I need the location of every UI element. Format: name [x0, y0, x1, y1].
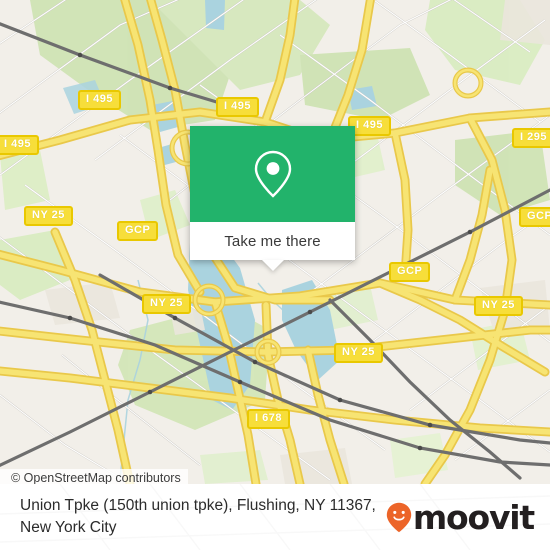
map-canvas[interactable]: I 495 I 495 I 495 I 295 I 495 NY 25 GCP GCP GCP N… [0, 0, 550, 484]
road-shield-ny25-left: NY 25 [24, 206, 73, 226]
road-shield-i495-top-center: I 495 [216, 97, 259, 117]
road-shield-gcp-right-edge: GCP [519, 207, 550, 227]
map-attribution[interactable]: © OpenStreetMap contributors [0, 469, 188, 484]
road-shield-i295-right: I 295 [512, 128, 550, 148]
moovit-map-screenshot: I 495 I 495 I 495 I 295 I 495 NY 25 GCP GCP GCP N… [0, 0, 550, 550]
location-pin-icon [254, 150, 291, 198]
moovit-logo: moovit [386, 497, 535, 537]
road-shield-ny25-bottom-center: NY 25 [334, 343, 383, 363]
take-me-there-button[interactable]: Take me there [190, 222, 355, 271]
popup-tail-arrow [261, 260, 284, 271]
road-shield-gcp-center-right: GCP [389, 262, 431, 282]
location-popup-card[interactable]: Take me there [190, 126, 355, 271]
footer-bar: Union Tpke (150th union tpke), Flushing,… [0, 484, 550, 550]
road-shield-i495-left-edge: I 495 [0, 135, 39, 155]
road-shield-i678-bottom: I 678 [247, 409, 290, 429]
road-shield-ny25-right: NY 25 [474, 296, 523, 316]
road-shield-gcp-left: GCP [117, 221, 159, 241]
road-shield-i495-left: I 495 [78, 90, 121, 110]
popup-image-panel [190, 126, 355, 222]
moovit-smiley-pin-icon [386, 502, 412, 532]
road-shield-ny25-center: NY 25 [142, 294, 191, 314]
moovit-wordmark: moovit [412, 497, 535, 537]
location-title: Union Tpke (150th union tpke), Flushing,… [20, 497, 376, 536]
take-me-there-label: Take me there [224, 232, 321, 250]
